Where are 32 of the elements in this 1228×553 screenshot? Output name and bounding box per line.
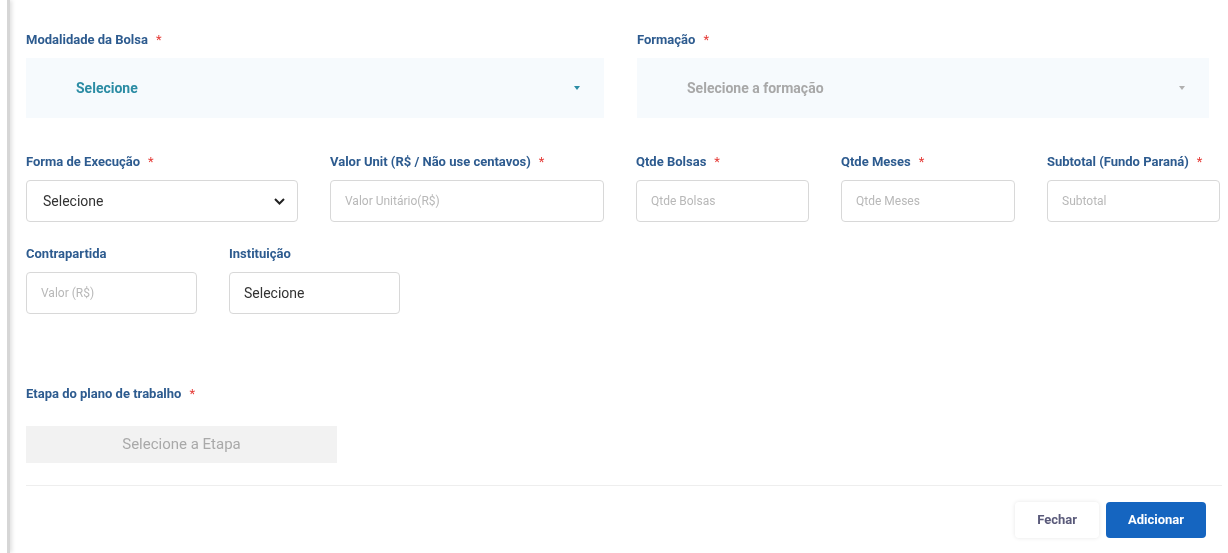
caret-icon [1179, 86, 1185, 90]
required-asterisk: * [714, 153, 720, 172]
field-label: Contrapartida [26, 245, 107, 264]
add-button[interactable]: Adicionar [1105, 502, 1206, 538]
field-label: Formação [637, 31, 696, 50]
dropdown-field[interactable]: Selecione [26, 58, 604, 118]
required-asterisk: * [538, 153, 545, 172]
select-field[interactable]: Selecione [26, 180, 298, 222]
input-field[interactable]: Valor (R$) [26, 272, 197, 314]
input-field[interactable]: Qtde Bolsas [636, 180, 809, 222]
field-label: Forma de Execução [26, 153, 141, 172]
required-asterisk: * [189, 385, 196, 404]
field-label: Valor Unit (R$ / Não use centavos) [330, 153, 531, 172]
caret-icon [574, 86, 580, 90]
required-asterisk: * [703, 31, 709, 50]
field-label: Etapa do plano de trabalho [26, 385, 182, 404]
input-field[interactable]: Valor Unitário(R$) [330, 180, 604, 222]
field-label: Instituição [229, 245, 291, 264]
dropdown-field[interactable]: Selecione a formação [637, 58, 1209, 118]
field-label: Qtde Meses [841, 153, 911, 172]
required-asterisk: * [918, 153, 925, 172]
required-asterisk: * [155, 31, 162, 50]
close-button[interactable]: Fechar [1015, 502, 1099, 538]
chevron-down-icon [274, 197, 285, 205]
input-field[interactable]: Selecione [229, 272, 400, 314]
field-label: Modalidade da Bolsa [26, 31, 148, 50]
input-field[interactable]: Subtotal [1047, 180, 1220, 222]
input-field[interactable]: Qtde Meses [841, 180, 1015, 222]
required-asterisk: * [148, 153, 154, 172]
field-label: Qtde Bolsas [636, 153, 707, 172]
field-label: Subtotal (Fundo Paraná) [1047, 153, 1189, 172]
required-asterisk: * [1196, 153, 1203, 172]
